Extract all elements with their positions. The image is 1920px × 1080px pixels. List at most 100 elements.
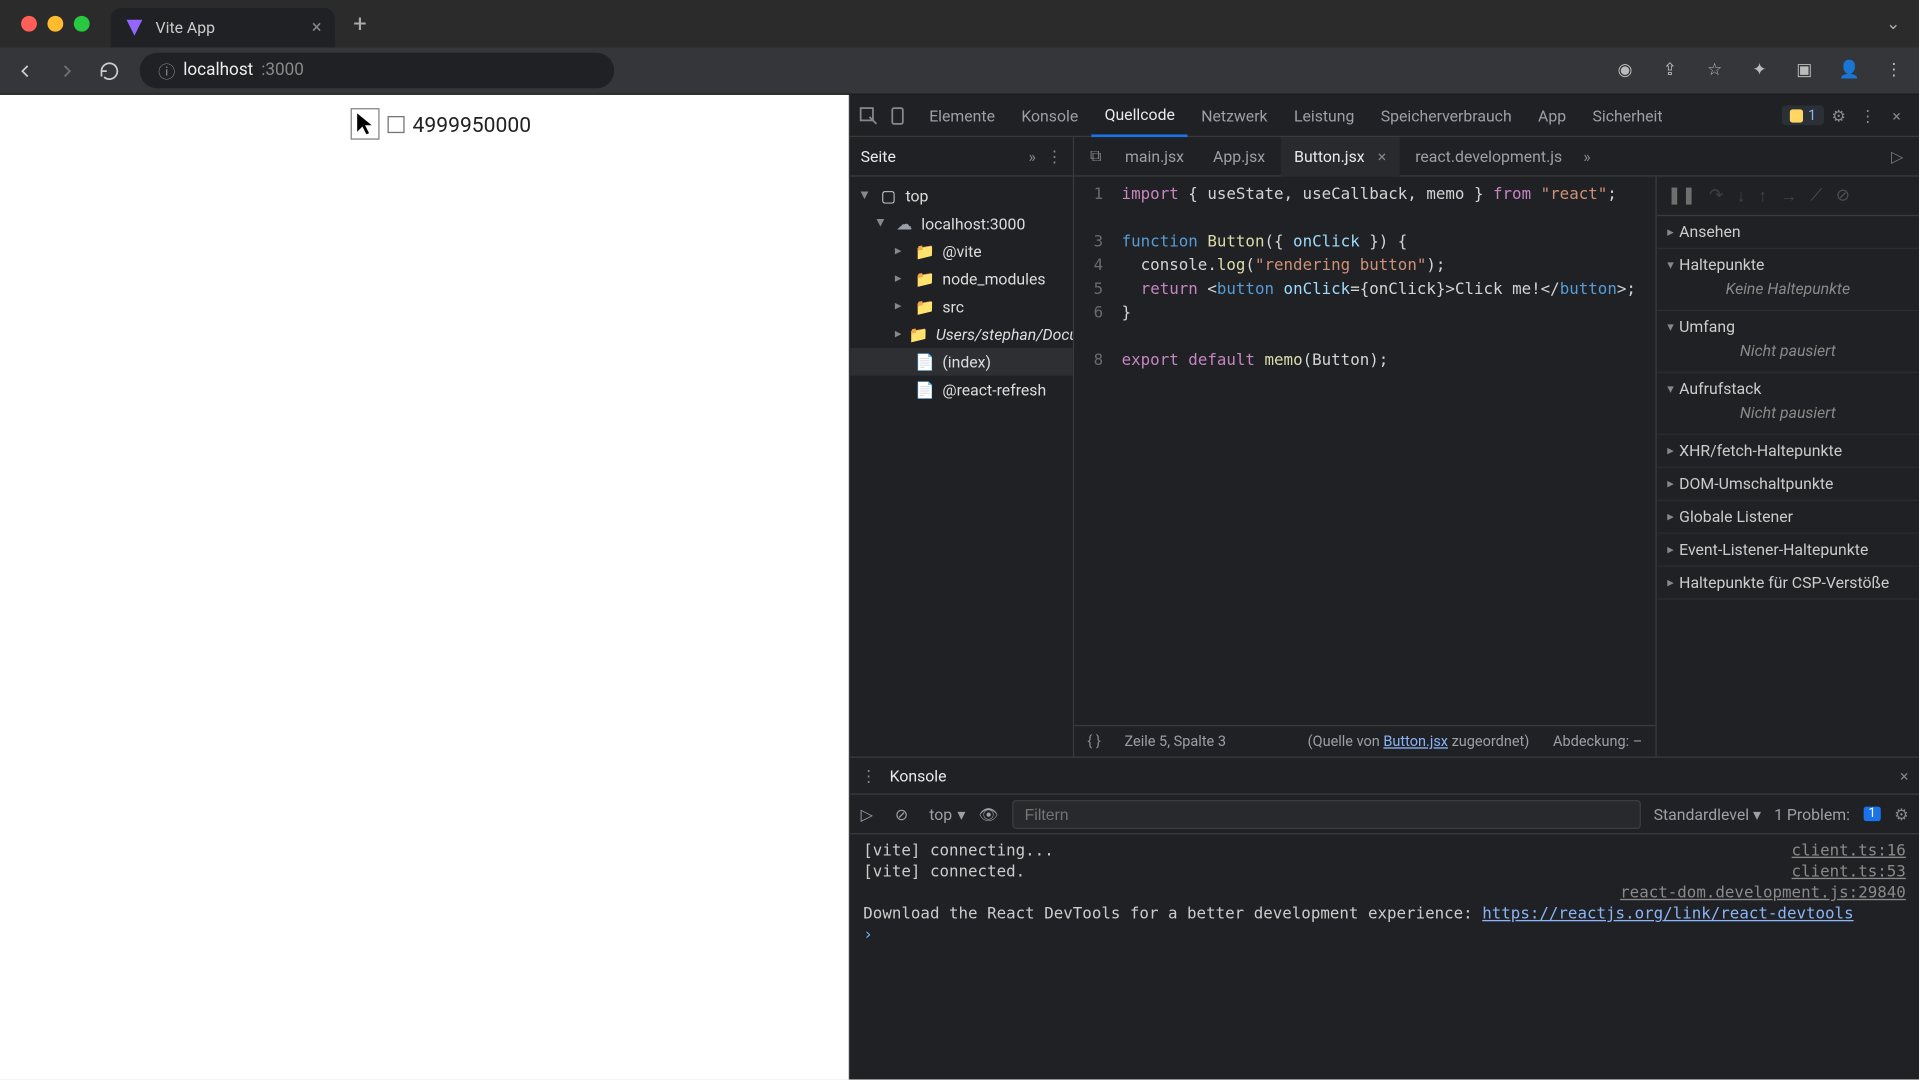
tab-console[interactable]: Konsole — [1008, 94, 1091, 136]
inspect-icon[interactable] — [858, 105, 887, 126]
format-icon[interactable]: { } — [1087, 733, 1100, 750]
pause-button[interactable]: ❚❚ — [1667, 186, 1696, 206]
toggle-sidebar-icon[interactable]: ⧉ — [1082, 146, 1109, 166]
nav-overflow-icon[interactable]: » — [1029, 147, 1036, 165]
debugger-controls: ❚❚ ↷ ↓ ↑ → ⟋ ⊘ — [1657, 177, 1919, 217]
tree-item[interactable]: ▸📁node_modules — [850, 265, 1073, 293]
step-over-icon[interactable]: ↷ — [1709, 186, 1723, 206]
tree-item-index[interactable]: 📄(index) — [850, 348, 1073, 376]
minimize-window-button[interactable] — [47, 16, 63, 32]
tab-network[interactable]: Netzwerk — [1188, 94, 1281, 136]
log-source-link[interactable]: client.ts:16 — [1792, 841, 1906, 859]
issues-badge[interactable]: 1 — [1782, 105, 1824, 125]
close-window-button[interactable] — [21, 16, 37, 32]
url-host: localhost — [183, 61, 253, 81]
context-selector[interactable]: top ▾ — [929, 805, 965, 823]
code-editor[interactable]: 134568 import { useState, useCallback, m… — [1074, 177, 1655, 757]
live-expression-icon[interactable]: 👁 — [979, 805, 1000, 823]
tree-item[interactable]: ▸📁Users/stephan/Docum — [850, 320, 1073, 348]
menu-icon[interactable]: ⋮ — [1882, 61, 1906, 81]
code-content[interactable]: import { useState, useCallback, memo } f… — [1114, 177, 1656, 725]
tree-top[interactable]: ▼▢top — [850, 182, 1073, 210]
tree-item[interactable]: ▸📁@vite — [850, 237, 1073, 265]
step-icon[interactable]: → — [1780, 185, 1797, 206]
tab-performance[interactable]: Leistung — [1281, 94, 1368, 136]
scope-section[interactable]: ▾UmfangNicht pausiert — [1657, 311, 1919, 373]
site-info-icon[interactable]: ⓘ — [158, 58, 175, 83]
file-tree[interactable]: ▼▢top ▼☁localhost:3000 ▸📁@vite ▸📁node_mo… — [850, 177, 1074, 757]
csp-section[interactable]: ▸Haltepunkte für CSP-Verstöße — [1657, 567, 1919, 600]
tree-item[interactable]: ▸📁src — [850, 293, 1073, 321]
log-level-selector[interactable]: Standardlevel ▾ — [1654, 805, 1761, 823]
new-tab-button[interactable]: + — [345, 10, 374, 38]
breakpoints-section[interactable]: ▾HaltepunkteKeine Haltepunkte — [1657, 249, 1919, 311]
file-overflow-icon[interactable]: » — [1583, 147, 1590, 165]
close-drawer-icon[interactable]: × — [1900, 766, 1908, 784]
more-icon[interactable]: ⋮ — [1853, 106, 1882, 124]
rendered-page[interactable]: 4999950000 — [0, 95, 849, 1080]
forward-button[interactable] — [55, 59, 79, 83]
sources-nav-tabs: Seite » ⋮ — [850, 137, 1074, 175]
log-source-link[interactable]: react-dom.development.js:29840 — [1620, 883, 1906, 901]
console-filter-input[interactable] — [1013, 799, 1641, 828]
address-bar[interactable]: ⓘ localhost:3000 — [140, 53, 614, 89]
dom-section[interactable]: ▸DOM-Umschaltpunkte — [1657, 468, 1919, 501]
close-devtools-icon[interactable]: × — [1882, 106, 1911, 124]
reload-button[interactable] — [98, 59, 122, 83]
file-tab-main[interactable]: main.jsx — [1112, 136, 1197, 176]
tree-item[interactable]: 📄@react-refresh — [850, 376, 1073, 404]
close-file-icon[interactable]: × — [1378, 147, 1386, 165]
tab-elements[interactable]: Elemente — [916, 94, 1008, 136]
panel-icon[interactable]: ▣ — [1792, 61, 1816, 81]
nav-page-label[interactable]: Seite — [861, 147, 896, 165]
tab-security[interactable]: Sicherheit — [1579, 94, 1675, 136]
clear-console-icon[interactable]: ⊘ — [895, 805, 916, 823]
file-tab-react[interactable]: react.development.js — [1402, 136, 1575, 176]
tree-host[interactable]: ▼☁localhost:3000 — [850, 210, 1073, 238]
share-icon[interactable]: ⇪ — [1658, 61, 1682, 81]
tab-memory[interactable]: Speicherverbrauch — [1368, 94, 1525, 136]
maximize-window-button[interactable] — [74, 16, 90, 32]
settings-icon[interactable]: ⚙ — [1824, 106, 1853, 124]
back-button[interactable] — [13, 59, 37, 83]
pause-exceptions-icon[interactable]: ⊘ — [1836, 186, 1850, 206]
step-out-icon[interactable]: ↑ — [1758, 185, 1767, 206]
devtools-link[interactable]: https://reactjs.org/link/react-devtools — [1482, 904, 1853, 922]
console-output[interactable]: [vite] connecting...client.ts:16 [vite] … — [850, 834, 1919, 1079]
step-into-icon[interactable]: ↓ — [1737, 185, 1746, 206]
device-toggle-icon[interactable] — [887, 105, 916, 126]
callstack-section[interactable]: ▾AufrufstackNicht pausiert — [1657, 373, 1919, 435]
devtools-panel: Elemente Konsole Quellcode Netzwerk Leis… — [849, 95, 1919, 1080]
global-listener-section[interactable]: ▸Globale Listener — [1657, 501, 1919, 534]
nav-menu-icon[interactable]: ⋮ — [1046, 147, 1062, 165]
tab-sources[interactable]: Quellcode — [1091, 94, 1188, 136]
translate-icon[interactable]: ◉ — [1613, 61, 1637, 81]
problems-badge[interactable]: 1 — [1863, 807, 1881, 821]
file-tab-button[interactable]: Button.jsx× — [1281, 136, 1399, 176]
profile-icon[interactable]: 👤 — [1837, 61, 1861, 81]
watch-section[interactable]: ▸Ansehen — [1657, 216, 1919, 249]
event-listener-section[interactable]: ▸Event-Listener-Haltepunkte — [1657, 534, 1919, 567]
chevron-down-icon: ▾ — [957, 805, 965, 823]
log-line: react-dom.development.js:29840 — [850, 882, 1919, 903]
browser-tab[interactable]: Vite App × — [111, 8, 335, 48]
extensions-icon[interactable]: ✦ — [1748, 61, 1772, 81]
console-prompt[interactable]: › — [850, 924, 1919, 945]
problems-label: 1 Problem: — [1774, 805, 1850, 823]
deactivate-bp-icon[interactable]: ⟋ — [1811, 186, 1823, 206]
tab-overflow-icon[interactable]: ⌄ — [1886, 14, 1900, 34]
bookmark-icon[interactable]: ☆ — [1703, 61, 1727, 81]
console-settings-icon[interactable]: ⚙ — [1894, 805, 1908, 823]
close-tab-icon[interactable]: × — [312, 17, 322, 38]
drawer-menu-icon[interactable]: ⋮ — [861, 766, 877, 784]
log-line: [vite] connected.client.ts:53 — [850, 861, 1919, 882]
eval-context-icon[interactable]: ▷ — [861, 805, 882, 823]
file-tab-app[interactable]: App.jsx — [1200, 136, 1278, 176]
open-file-tabs: ⧉ main.jsx App.jsx Button.jsx× react.dev… — [1074, 137, 1919, 175]
tab-application[interactable]: App — [1525, 94, 1579, 136]
drawer-tab-console[interactable]: Konsole — [890, 766, 947, 784]
run-snippet-icon[interactable]: ▷ — [1891, 147, 1903, 165]
xhr-section[interactable]: ▸XHR/fetch-Haltepunkte — [1657, 435, 1919, 468]
checkbox-input[interactable] — [387, 115, 404, 132]
log-source-link[interactable]: client.ts:53 — [1792, 862, 1906, 880]
